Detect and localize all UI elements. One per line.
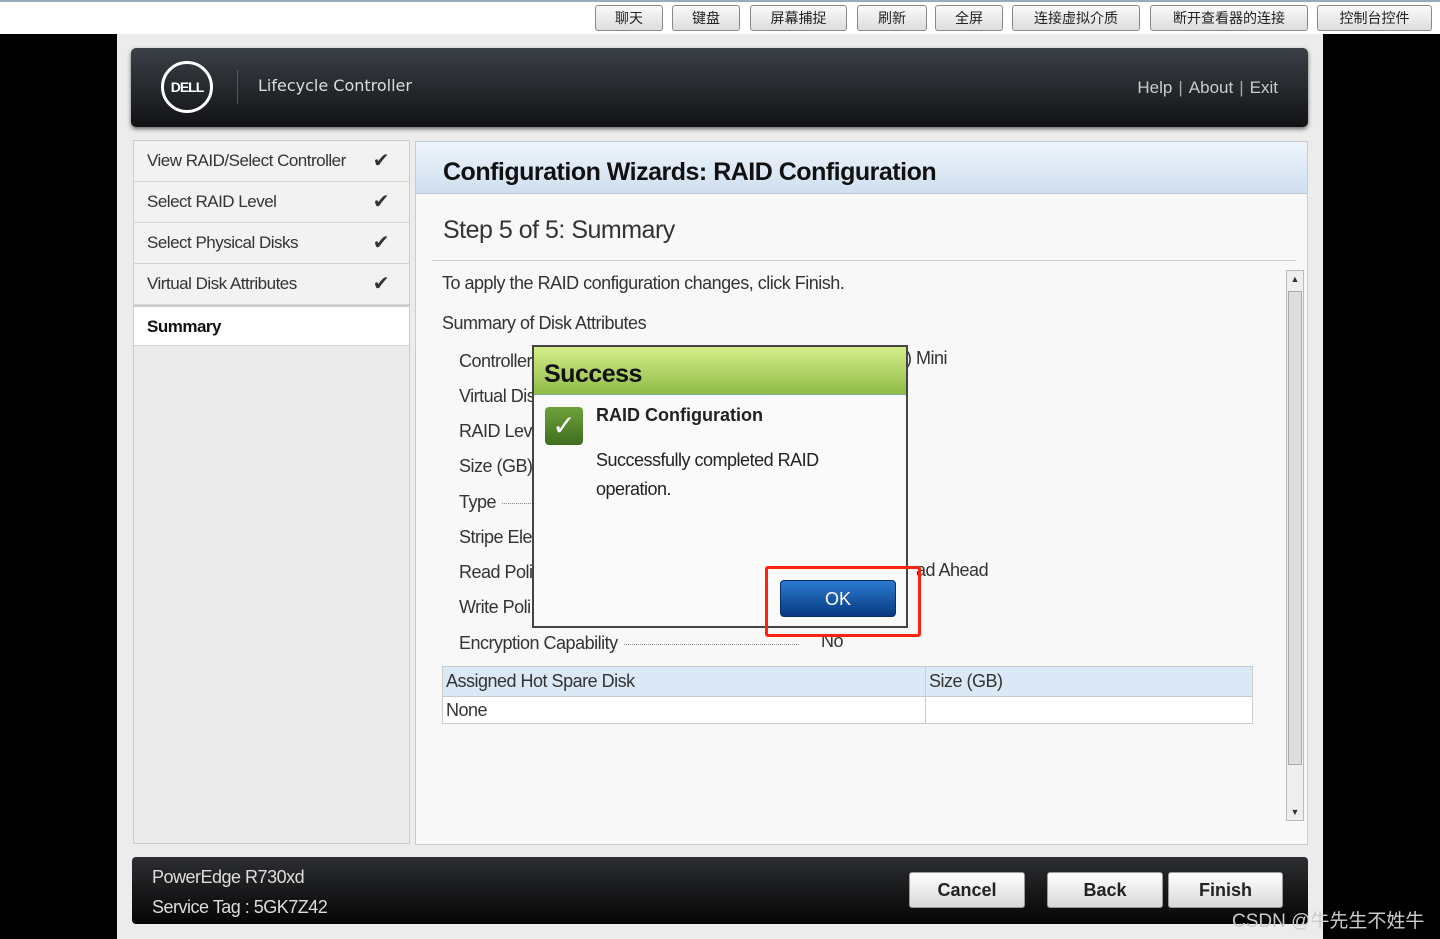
screen-capture-button[interactable]: 屏幕捕捉 bbox=[750, 5, 847, 31]
app-header: DELL Lifecycle Controller Help | About | Exi… bbox=[131, 48, 1308, 127]
column-header: Assigned Hot Spare Disk bbox=[442, 666, 926, 697]
checkmark-icon: ✔ bbox=[372, 191, 390, 213]
chat-button[interactable]: 聊天 bbox=[595, 5, 663, 31]
column-header: Size (GB) bbox=[925, 666, 1253, 697]
instruction-text: To apply the RAID configuration changes,… bbox=[442, 273, 845, 293]
hot-spare-table: Assigned Hot Spare Disk Size (GB) None bbox=[442, 666, 1253, 724]
attr-encryption: Encryption Capability bbox=[459, 633, 799, 654]
attr-controller: Controller bbox=[459, 351, 533, 371]
keyboard-button[interactable]: 键盘 bbox=[672, 5, 740, 31]
vertical-scrollbar[interactable]: ▲ ▼ bbox=[1286, 270, 1304, 821]
server-model: PowerEdge R730xd bbox=[152, 867, 305, 887]
viewer-toolbar: 聊天 键盘 屏幕捕捉 刷新 全屏 连接虚拟介质 断开查看器的连接 控制台控件 bbox=[0, 0, 1440, 34]
table-cell bbox=[925, 696, 1253, 724]
checkmark-icon: ✔ bbox=[372, 273, 390, 295]
header-divider bbox=[237, 70, 238, 104]
fullscreen-button[interactable]: 全屏 bbox=[935, 5, 1003, 31]
highlight-annotation bbox=[765, 566, 921, 637]
table-header-row: Assigned Hot Spare Disk Size (GB) bbox=[442, 666, 1253, 697]
step-label: Select Physical Disks bbox=[147, 233, 299, 252]
watermark: CSDN @牛先生不姓牛 bbox=[1232, 911, 1425, 932]
step-select-raid-level[interactable]: Select RAID Level ✔ bbox=[134, 182, 409, 223]
step-view-raid[interactable]: View RAID/Select Controller ✔ bbox=[134, 141, 409, 182]
attr-read-policy-value: ad Ahead bbox=[916, 560, 989, 580]
scroll-thumb[interactable] bbox=[1288, 291, 1302, 765]
table-cell: None bbox=[442, 696, 926, 724]
attr-stripe-element: Stripe Ele bbox=[459, 527, 533, 547]
step-label: Virtual Disk Attributes bbox=[147, 274, 297, 293]
step-select-physical-disks[interactable]: Select Physical Disks ✔ bbox=[134, 223, 409, 264]
back-button[interactable]: Back bbox=[1047, 872, 1163, 908]
separator: | bbox=[1239, 78, 1244, 97]
connect-virtual-media-button[interactable]: 连接虚拟介质 bbox=[1012, 5, 1140, 31]
attr-write-policy: Write Poli bbox=[459, 597, 531, 617]
step-virtual-disk-attributes[interactable]: Virtual Disk Attributes ✔ bbox=[134, 264, 409, 305]
finish-button[interactable]: Finish bbox=[1168, 872, 1283, 908]
divider bbox=[432, 260, 1296, 261]
dell-logo: DELL bbox=[161, 61, 213, 113]
scroll-up-icon[interactable]: ▲ bbox=[1287, 271, 1303, 287]
dialog-message: Successfully completed RAID operation. bbox=[596, 450, 819, 499]
cancel-button[interactable]: Cancel bbox=[909, 872, 1025, 908]
help-link[interactable]: Help bbox=[1137, 78, 1172, 97]
summary-heading: Summary of Disk Attributes bbox=[442, 313, 647, 333]
service-tag: Service Tag : 5GK7Z42 bbox=[152, 897, 328, 917]
step-heading: Step 5 of 5: Summary bbox=[443, 216, 675, 244]
attr-virtual-disk: Virtual Dis bbox=[459, 386, 536, 406]
checkmark-icon: ✔ bbox=[372, 232, 390, 254]
attr-raid-level: RAID Leve bbox=[459, 421, 542, 441]
scroll-down-icon[interactable]: ▼ bbox=[1287, 804, 1303, 820]
wizard-steps-sidebar: View RAID/Select Controller ✔ Select RAID… bbox=[133, 140, 410, 844]
console-controls-button[interactable]: 控制台控件 bbox=[1317, 5, 1432, 31]
separator: | bbox=[1178, 78, 1183, 97]
dialog-title: Success bbox=[534, 347, 906, 395]
step-label: Select RAID Level bbox=[147, 192, 277, 211]
header-links: Help | About | Exit bbox=[1137, 78, 1278, 98]
attr-controller-value: ) Mini bbox=[906, 348, 948, 368]
footer-bar: PowerEdge R730xd Service Tag : 5GK7Z42 C… bbox=[132, 857, 1308, 924]
checkmark-icon: ✔ bbox=[372, 150, 390, 172]
disconnect-viewer-button[interactable]: 断开查看器的连接 bbox=[1150, 5, 1308, 31]
dialog-heading: RAID Configuration bbox=[596, 405, 763, 425]
exit-link[interactable]: Exit bbox=[1250, 78, 1278, 97]
attr-size: Size (GB) bbox=[459, 456, 533, 476]
step-label: Summary bbox=[147, 317, 221, 336]
step-label: View RAID/Select Controller bbox=[147, 151, 346, 170]
refresh-button[interactable]: 刷新 bbox=[857, 5, 927, 31]
attr-read-policy: Read Poli bbox=[459, 562, 533, 582]
success-check-icon: ✓ bbox=[545, 407, 583, 445]
page-title: Configuration Wizards: RAID Configuratio… bbox=[416, 142, 1307, 194]
app-title: Lifecycle Controller bbox=[258, 76, 412, 95]
table-row: None bbox=[442, 696, 1253, 724]
about-link[interactable]: About bbox=[1189, 78, 1233, 97]
step-summary[interactable]: Summary bbox=[134, 305, 409, 346]
